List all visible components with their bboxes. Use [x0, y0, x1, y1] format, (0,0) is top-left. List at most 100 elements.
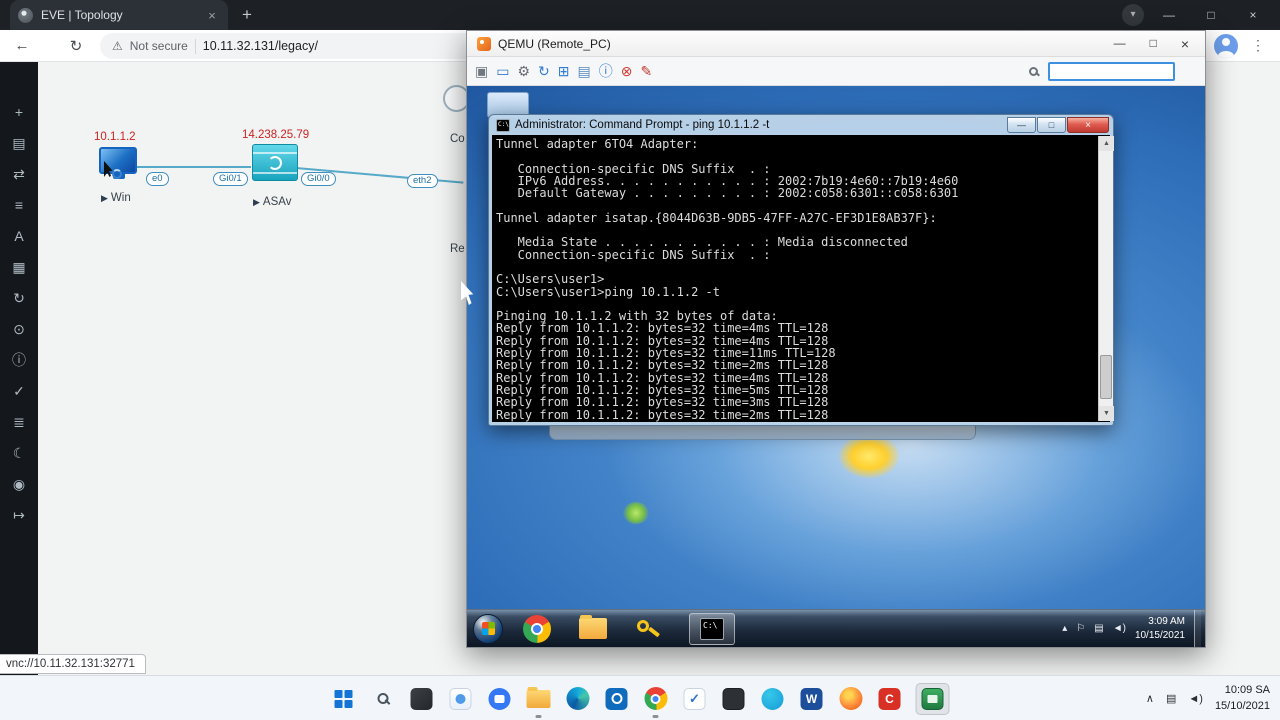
win11-clock[interactable]: 10:09 SA 15/10/2021: [1215, 683, 1270, 714]
cmd-icon: C:\: [700, 617, 724, 640]
edit-display-icon[interactable]: ✎: [640, 63, 652, 80]
dark-mode-icon[interactable]: ☾: [0, 443, 38, 463]
win11-time: 10:09 SA: [1224, 684, 1270, 697]
shapes-icon[interactable]: ▦: [0, 257, 38, 277]
interface-pill-eth2: eth2: [407, 174, 438, 188]
asav-node-icon[interactable]: [252, 144, 298, 181]
widgets-icon[interactable]: [409, 686, 435, 712]
qemu-search-input[interactable]: [1048, 61, 1175, 81]
qemu-titlebar[interactable]: QEMU (Remote_PC) — □ ×: [467, 31, 1205, 57]
refresh-topology-icon[interactable]: ↻: [0, 288, 38, 308]
win-ip-label: 10.1.1.2: [94, 131, 136, 143]
chrome-icon[interactable]: [643, 686, 669, 718]
cmd-minimize-button[interactable]: —: [1007, 117, 1036, 133]
win11-start-button[interactable]: [331, 686, 357, 712]
cmd-console-output[interactable]: Tunnel adapter 6TO4 Adapter: Connection-…: [492, 135, 1110, 422]
link-win-asav: [137, 166, 251, 168]
status-icon[interactable]: ⓘ: [0, 350, 38, 370]
scroll-down-icon[interactable]: ▼: [1099, 406, 1114, 421]
nodes-icon[interactable]: ▤: [0, 133, 38, 153]
browser-tab[interactable]: EVE | Topology ×: [10, 0, 228, 30]
browser-maximize-button[interactable]: □: [1190, 8, 1232, 22]
qemu-minimize-button[interactable]: —: [1114, 36, 1126, 52]
win-node-label[interactable]: ▶ Win: [101, 192, 131, 204]
outlook-icon[interactable]: [604, 686, 630, 712]
browser-window-controls: — □ ×: [1148, 0, 1274, 30]
messenger-icon[interactable]: [760, 686, 786, 712]
firefox-icon[interactable]: [838, 686, 864, 712]
text-objects-icon[interactable]: A: [0, 226, 38, 246]
chrome-icon[interactable]: [523, 614, 551, 643]
add-object-icon[interactable]: +: [0, 102, 38, 122]
logout-icon[interactable]: ↦: [0, 505, 38, 525]
cmd-window[interactable]: C:\ Administrator: Command Prompt - ping…: [488, 114, 1114, 426]
reload-button[interactable]: ↻: [62, 37, 90, 55]
scrollbar-thumb[interactable]: [1100, 355, 1112, 399]
refresh-icon[interactable]: ↻: [538, 63, 550, 80]
url-text[interactable]: 10.11.32.131/legacy/: [203, 39, 318, 53]
network-icon[interactable]: ▤: [1166, 692, 1176, 705]
file-explorer-icon[interactable]: [526, 686, 552, 718]
word-icon[interactable]: W: [799, 686, 825, 712]
chat-icon[interactable]: [487, 686, 513, 712]
display-icon[interactable]: ▭: [496, 63, 509, 80]
cmd-scrollbar[interactable]: ▲ ▼: [1098, 136, 1114, 421]
zoom-icon[interactable]: ⊙: [0, 319, 38, 339]
machine-icon[interactable]: ▣: [475, 63, 488, 80]
file-explorer-icon[interactable]: [579, 615, 607, 639]
startup-configs-icon[interactable]: ≡: [0, 195, 38, 215]
scroll-up-icon[interactable]: ▲: [1099, 136, 1114, 151]
win11-system-tray: ∧ ▤ ◄) 10:09 SA 15/10/2021: [1146, 676, 1270, 720]
logs-icon[interactable]: ≣: [0, 412, 38, 432]
action-center-icon[interactable]: ⚐: [1076, 623, 1085, 634]
asav-node-label[interactable]: ▶ ASAv: [253, 196, 291, 208]
not-secure-warning-icon[interactable]: ⚠: [112, 39, 123, 53]
show-hidden-icons[interactable]: ∧: [1146, 692, 1154, 705]
qemu-search-icon: [1029, 66, 1038, 76]
profile-avatar[interactable]: [1214, 33, 1238, 58]
cmd-titlebar[interactable]: C:\ Administrator: Command Prompt - ping…: [492, 115, 1110, 135]
interface-pill-gi00: Gi0/0: [301, 172, 336, 186]
show-desktop-button[interactable]: [1194, 609, 1201, 647]
volume-icon[interactable]: ◄): [1188, 693, 1203, 705]
tab-search-icon[interactable]: ▾: [1122, 4, 1144, 26]
tasks-check-icon[interactable]: ✓: [682, 686, 708, 712]
edge-icon[interactable]: [565, 686, 591, 712]
win7-desktop[interactable]: C:\ Administrator: Command Prompt - ping…: [467, 86, 1205, 647]
win11-date: 15/10/2021: [1214, 699, 1270, 712]
background-window-bottom-edge[interactable]: [549, 424, 976, 440]
shutdown-all-icon[interactable]: ◉: [0, 474, 38, 494]
virtual-screens-icon[interactable]: ⊞: [558, 63, 570, 80]
new-tab-button[interactable]: +: [242, 5, 252, 25]
stats-icon[interactable]: ▤: [578, 63, 591, 80]
asav-ip-label: 14.238.25.79: [242, 129, 310, 141]
volume-icon[interactable]: ◄): [1113, 623, 1126, 634]
power-off-icon[interactable]: ⊗: [621, 63, 633, 80]
search-icon[interactable]: [370, 686, 396, 712]
capcut-icon[interactable]: C: [877, 686, 903, 712]
terminal-icon[interactable]: [721, 686, 747, 712]
cmd-close-button[interactable]: ×: [1067, 117, 1109, 133]
qemu-window[interactable]: QEMU (Remote_PC) — □ × ▣ ▭ ⚙ ↻ ⊞ ▤ ⓘ ⊗ ✎: [466, 30, 1206, 648]
win7-start-button[interactable]: [473, 613, 503, 644]
photos-icon[interactable]: [448, 686, 474, 712]
cmd-taskbar-button-active[interactable]: C:\: [689, 612, 735, 645]
browser-menu-icon[interactable]: ⋮: [1248, 37, 1268, 54]
unikey-icon[interactable]: [635, 617, 661, 641]
configured-nodes-icon[interactable]: ✓: [0, 381, 38, 401]
cmd-maximize-button[interactable]: □: [1037, 117, 1066, 133]
show-hidden-icons[interactable]: ▴: [1062, 623, 1067, 634]
networks-icon[interactable]: ⇄: [0, 164, 38, 184]
browser-minimize-button[interactable]: —: [1148, 8, 1190, 22]
windows-logo-icon: [334, 689, 353, 708]
back-button[interactable]: ←: [8, 37, 36, 54]
browser-close-button[interactable]: ×: [1232, 8, 1274, 22]
tab-close-icon[interactable]: ×: [204, 8, 220, 23]
settings-gear-icon[interactable]: ⚙: [517, 63, 530, 80]
qemu-taskbar-button-active[interactable]: [915, 682, 950, 715]
info-icon[interactable]: ⓘ: [599, 61, 613, 81]
qemu-maximize-button[interactable]: □: [1150, 36, 1157, 52]
win7-clock[interactable]: 3:09 AM 10/15/2021: [1135, 615, 1185, 642]
qemu-close-button[interactable]: ×: [1181, 36, 1189, 52]
network-icon[interactable]: ▤: [1094, 623, 1103, 634]
